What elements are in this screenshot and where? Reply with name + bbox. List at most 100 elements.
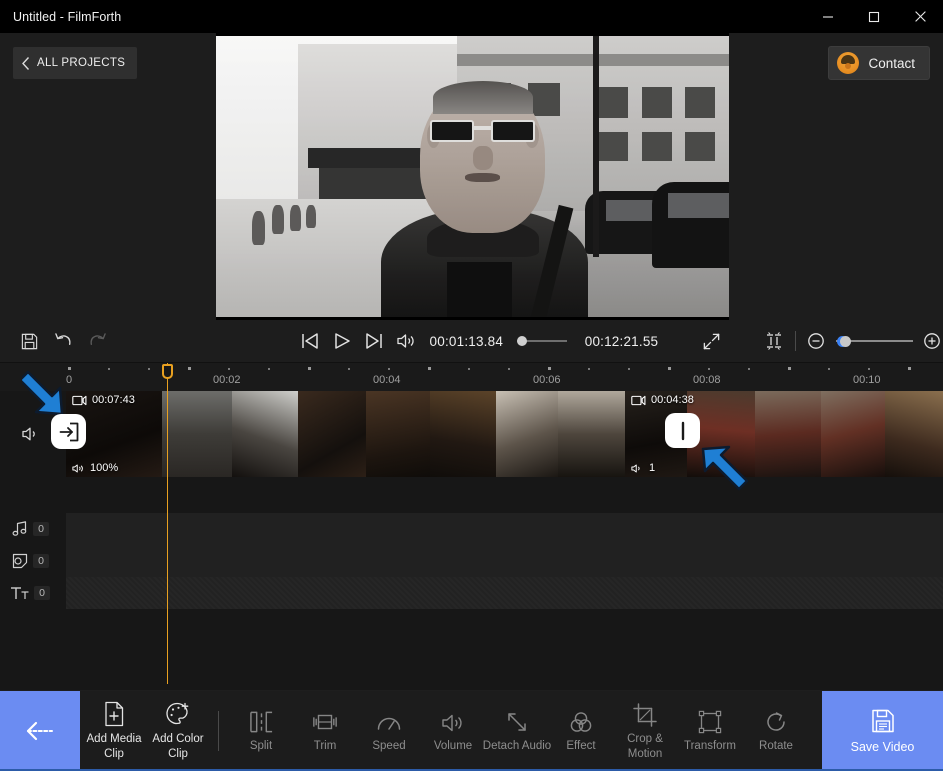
trim-label: Trim: [289, 739, 361, 753]
trim-button[interactable]: Trim: [289, 691, 361, 771]
crop-motion-button[interactable]: Crop & Motion: [609, 691, 681, 771]
window-controls: [805, 0, 943, 33]
rotate-icon-wrap: [764, 708, 788, 734]
palette-plus-icon: [165, 701, 191, 727]
speed-icon: [376, 712, 402, 734]
zoom-out-icon: [807, 332, 825, 350]
toolbar-divider: [795, 331, 796, 351]
ruler-label-2: 00:04: [373, 374, 401, 386]
undo-button[interactable]: [52, 324, 74, 358]
rotate-label: Rotate: [740, 739, 812, 753]
speed-icon-wrap: [376, 708, 402, 734]
music-track-count: 0: [33, 522, 49, 536]
save-disk-icon: [870, 708, 896, 734]
insert-clip-button[interactable]: [51, 414, 86, 449]
back-button[interactable]: [0, 691, 80, 771]
volume-icon: [440, 712, 466, 734]
crop-motion-label: Crop & Motion: [609, 732, 681, 761]
play-button[interactable]: [331, 324, 353, 358]
crop-icon: [633, 703, 657, 727]
preview-volume-button[interactable]: [395, 324, 417, 358]
contact-button[interactable]: Contact: [828, 46, 930, 80]
timeline[interactable]: 0 00:02 00:04 00:06 00:08 00:10: [0, 363, 943, 690]
transport-bar: 00:01:13.84 00:12:21.55: [0, 320, 943, 363]
speed-label: Speed: [353, 739, 425, 753]
volume-icon[interactable]: [20, 425, 40, 443]
minimize-button[interactable]: [805, 0, 851, 33]
zoom-out-button[interactable]: [805, 324, 827, 358]
close-button[interactable]: [897, 0, 943, 33]
all-projects-button[interactable]: ALL PROJECTS: [13, 47, 137, 79]
effect-label: Effect: [545, 739, 617, 753]
rotate-button[interactable]: Rotate: [740, 691, 812, 771]
overlay-track-lane[interactable]: [66, 545, 943, 577]
video-preview[interactable]: [216, 33, 729, 320]
preview-volume-slider[interactable]: [517, 334, 567, 348]
fullscreen-icon: [702, 332, 721, 351]
fit-to-window-button[interactable]: [762, 324, 784, 358]
detach-audio-icon-wrap: [505, 708, 529, 734]
camera-icon: [631, 395, 646, 406]
split-icon-wrap: [249, 708, 274, 734]
all-projects-label: ALL PROJECTS: [37, 57, 125, 69]
redo-button[interactable]: [86, 324, 108, 358]
effect-icon-wrap: [569, 708, 593, 734]
text-track-count: 0: [34, 586, 50, 600]
transform-button[interactable]: Transform: [673, 691, 747, 771]
ruler-label-1: 00:02: [213, 374, 241, 386]
effect-button[interactable]: Effect: [545, 691, 617, 771]
overlay-track-count: 0: [33, 554, 49, 568]
save-project-button[interactable]: [18, 324, 40, 358]
sidebar-item-text-track[interactable]: 0: [0, 577, 60, 609]
skip-next-icon: [364, 332, 384, 350]
previous-frame-button[interactable]: [299, 324, 321, 358]
maximize-button[interactable]: [851, 0, 897, 33]
zoom-slider-thumb[interactable]: [840, 336, 851, 347]
video-clip-1[interactable]: 00:07:43 100%: [66, 391, 625, 477]
timeline-ruler[interactable]: 0 00:02 00:04 00:06 00:08 00:10: [0, 363, 943, 391]
play-icon: [333, 332, 351, 350]
sticker-icon: [11, 552, 29, 570]
skip-previous-icon: [300, 332, 320, 350]
text-track-lane[interactable]: [66, 577, 943, 609]
clip-thumbnails: [66, 391, 625, 477]
detach-audio-button[interactable]: Detach Audio: [481, 691, 553, 771]
split-marker-button[interactable]: [665, 413, 700, 448]
sidebar-item-overlay-track[interactable]: 0: [0, 545, 60, 577]
arrow-left-icon: [23, 719, 57, 743]
undo-icon: [53, 332, 74, 351]
slider-thumb[interactable]: [517, 336, 527, 346]
bottom-toolbar: Add Media Clip Add Color Clip: [0, 691, 943, 771]
music-track-lane[interactable]: [66, 513, 943, 545]
add-color-clip-button[interactable]: Add Color Clip: [142, 691, 214, 771]
save-video-label: Save Video: [851, 740, 915, 754]
timeline-zoom-slider[interactable]: [836, 334, 913, 348]
total-time: 00:12:21.55: [585, 334, 659, 349]
fit-to-window-icon: [764, 331, 784, 351]
fullscreen-button[interactable]: [700, 324, 722, 358]
clip-duration-text-1: 00:07:43: [92, 394, 135, 406]
rotate-icon: [764, 710, 788, 734]
save-video-button[interactable]: Save Video: [822, 691, 943, 771]
text-icon: [10, 585, 30, 601]
add-color-clip-label: Add Color Clip: [142, 732, 214, 761]
add-color-clip-icon-wrap: [165, 701, 191, 727]
add-media-clip-button[interactable]: Add Media Clip: [78, 691, 150, 771]
volume-label: Volume: [417, 739, 489, 753]
current-time: 00:01:13.84: [430, 334, 504, 349]
ruler-label-4: 00:08: [693, 374, 721, 386]
volume-icon: [72, 463, 86, 474]
preview-frame: [216, 33, 729, 320]
insert-icon: [58, 421, 80, 443]
zoom-in-button[interactable]: [921, 324, 943, 358]
sidebar-item-music-track[interactable]: 0: [0, 513, 60, 545]
maximize-icon: [868, 11, 880, 23]
playhead-line: [167, 363, 168, 684]
volume-button[interactable]: Volume: [417, 691, 489, 771]
video-track[interactable]: 00:07:43 100%: [66, 391, 943, 477]
split-button[interactable]: Split: [225, 691, 297, 771]
next-frame-button[interactable]: [363, 324, 385, 358]
trim-icon-wrap: [312, 708, 338, 734]
speed-button[interactable]: Speed: [353, 691, 425, 771]
playhead-handle[interactable]: [162, 364, 173, 379]
